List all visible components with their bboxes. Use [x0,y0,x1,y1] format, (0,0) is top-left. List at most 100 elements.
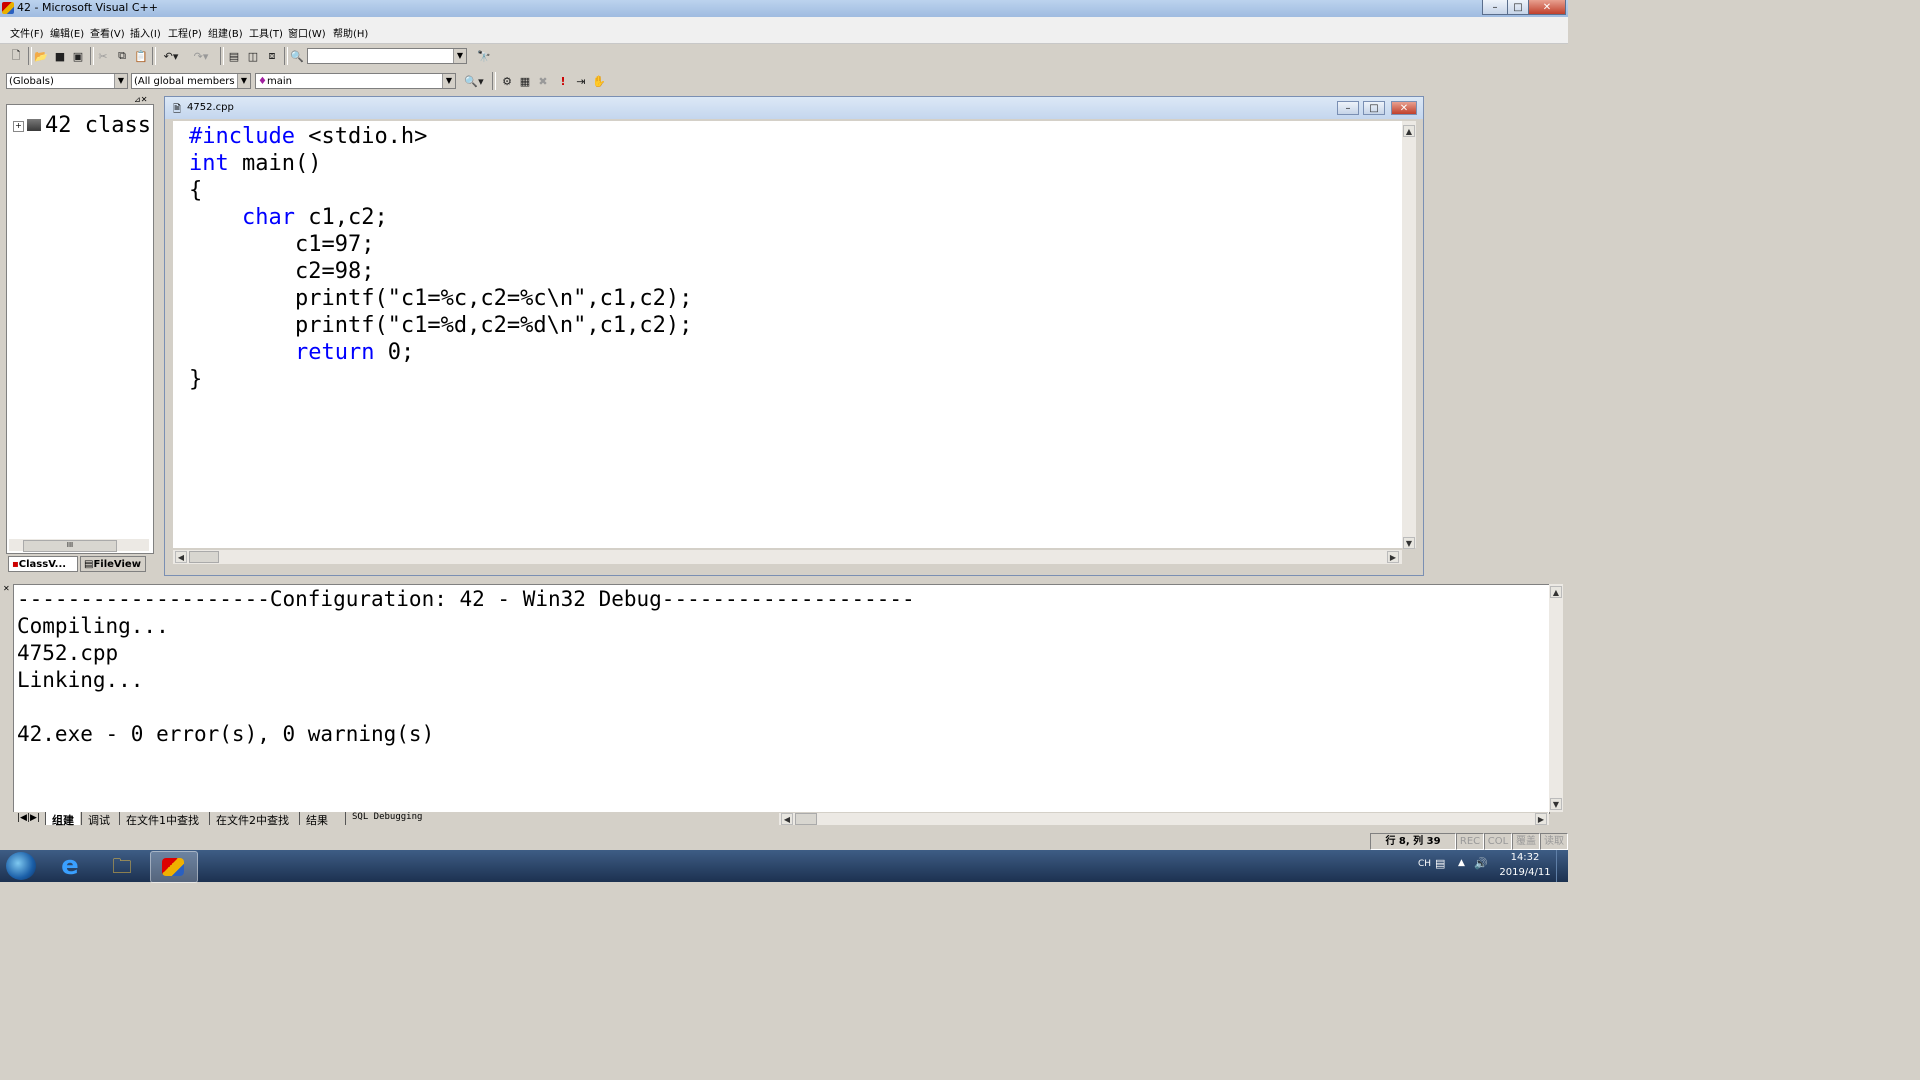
output-tab[interactable]: 在文件2中查找 [209,812,295,827]
find-icon[interactable]: 🔭 [476,48,492,64]
close-workspace-icon[interactable]: ⊿✕ [134,95,147,104]
output-scroll-up-icon[interactable]: ▲ [1550,586,1562,598]
tab-classview[interactable]: ▪ClassV... [8,556,78,572]
code-text: } [189,367,203,392]
scope-combo[interactable]: (Globals) ▼ [6,73,128,89]
breakpoint-icon[interactable]: ✋ [591,73,607,89]
code-line: char c1,c2; [189,204,388,231]
find-combo[interactable]: ▼ [307,48,467,64]
code-line: printf("c1=%c,c2=%c\n",c1,c2); [189,285,692,312]
undo-icon[interactable]: ↶▾ [158,48,184,64]
close-button[interactable]: ✕ [1528,0,1566,15]
tab-fileview[interactable]: ▤FileView [80,556,146,572]
editor-restore-button[interactable]: □ [1363,101,1385,115]
maximize-button[interactable]: □ [1507,0,1529,15]
scope-value: (Globals) [9,76,54,87]
explorer-icon[interactable]: 🗀 [102,852,142,880]
open-folder-icon[interactable]: 📂 [33,48,49,64]
code-text: c2=98; [294,259,375,284]
function-combo[interactable]: ♦main ▼ [255,73,456,89]
menu-view[interactable]: 查看(V) [90,25,125,40]
output-scroll-down-icon[interactable]: ▼ [1550,798,1562,810]
output-tab[interactable]: 调试 [81,812,116,827]
code-keyword: int [189,151,229,176]
new-file-icon[interactable]: 🗋 [8,48,24,64]
members-value: (All global members [134,76,235,87]
members-combo[interactable]: (All global members ▼ [131,73,251,89]
code-line: { [189,177,202,204]
code-text: main() [228,151,322,176]
scroll-left-icon[interactable]: ◀ [175,551,187,563]
tree-item-classes[interactable]: 42 class [45,113,151,138]
ie-icon[interactable]: e [50,851,90,881]
minimize-button[interactable]: – [1482,0,1508,15]
start-button[interactable] [6,852,36,880]
clock-time[interactable]: 14:32 [1500,852,1550,863]
redo-icon[interactable]: ↷▾ [188,48,214,64]
output-window-icon[interactable]: ◫ [245,48,261,64]
menu-window[interactable]: 窗口(W) [288,25,326,40]
status-bar: 行 8, 列 39 REC COL 覆盖 读取 [0,830,1568,850]
menu-help[interactable]: 帮助(H) [333,25,368,40]
output-vscrollbar[interactable]: ▲ ▼ [1549,584,1563,812]
find-in-files-icon[interactable]: 🔍 [289,48,305,64]
code-line: printf("c1=%d,c2=%d\n",c1,c2); [189,312,692,339]
compile-icon[interactable]: ⚙ [499,73,515,89]
output-hscrollbar[interactable]: ◀ ▶ [779,813,1549,825]
language-indicator[interactable]: CH [1418,859,1431,869]
output-scroll-right-icon[interactable]: ▶ [1535,813,1547,825]
menu-edit[interactable]: 编辑(E) [50,25,84,40]
cursor-position: 行 8, 列 39 [1370,833,1456,850]
output-scroll-left-icon[interactable]: ◀ [781,813,793,825]
menu-tools[interactable]: 工具(T) [249,25,283,40]
copy-icon[interactable]: ⧉ [114,48,130,64]
editor-vscrollbar[interactable]: ▲ ▼ [1402,121,1416,549]
output-tab[interactable]: 组建 [45,812,80,827]
window-list-icon[interactable]: ⧈ [264,48,280,64]
scroll-right-icon[interactable]: ▶ [1387,551,1399,563]
editor-window: 🗎 4752.cpp – □ ✕ #include <stdio.h> int m… [164,96,1424,576]
menu-build[interactable]: 组建(B) [208,25,243,40]
save-all-icon[interactable]: ▣ [70,48,86,64]
go-icon[interactable]: ⇥ [573,73,589,89]
scroll-down-icon[interactable]: ▼ [1403,537,1415,549]
wizard-action-icon[interactable]: 🔍▾ [460,73,488,89]
class-icon [27,119,41,131]
menu-insert[interactable]: 插入(I) [130,25,161,40]
workspace-hscrollbar[interactable]: III [9,539,149,552]
cut-icon[interactable]: ✂ [95,48,111,64]
execute-icon[interactable]: ! [555,73,571,89]
function-value: main [266,76,292,87]
build-icon[interactable]: ▦ [517,73,533,89]
keyboard-icon[interactable]: ▤ [1435,857,1445,870]
save-icon[interactable]: ■ [52,48,68,64]
scroll-up-icon[interactable]: ▲ [1403,125,1415,137]
editor-hscrollbar[interactable]: ◀ ▶ [173,550,1402,564]
code-editor[interactable]: #include <stdio.h> int main(){ char c1,c2… [173,121,1402,548]
output-line: Compiling... [17,614,169,638]
code-keyword: return [294,340,375,365]
menu-project[interactable]: 工程(P) [168,25,202,40]
tab-nav-icon[interactable]: |◀|▶| [17,813,40,823]
code-line: c1=97; [189,231,374,258]
editor-close-button[interactable]: ✕ [1391,101,1417,115]
menu-file[interactable]: 文件(F) [10,25,44,40]
output-tab[interactable]: SQL Debugging [345,812,428,825]
close-output-icon[interactable]: ✕ [3,584,10,593]
output-tab[interactable]: 结果 [299,812,334,827]
volume-icon[interactable]: 🔊 [1474,857,1488,870]
output-gripper: ✕ [2,584,12,828]
workspace-icon[interactable]: ▤ [226,48,242,64]
tray-expand-icon[interactable]: ▲ [1458,858,1465,868]
stop-build-icon[interactable]: ✖ [535,73,551,89]
clock-date[interactable]: 2019/4/11 [1496,867,1554,878]
expand-icon[interactable]: + [13,121,24,132]
editor-minimize-button[interactable]: – [1337,101,1359,115]
output-tab[interactable]: 在文件1中查找 [119,812,205,827]
show-desktop-button[interactable] [1556,850,1569,882]
paste-icon[interactable]: 📋 [133,48,149,64]
vc-taskbar-button[interactable] [150,851,198,883]
